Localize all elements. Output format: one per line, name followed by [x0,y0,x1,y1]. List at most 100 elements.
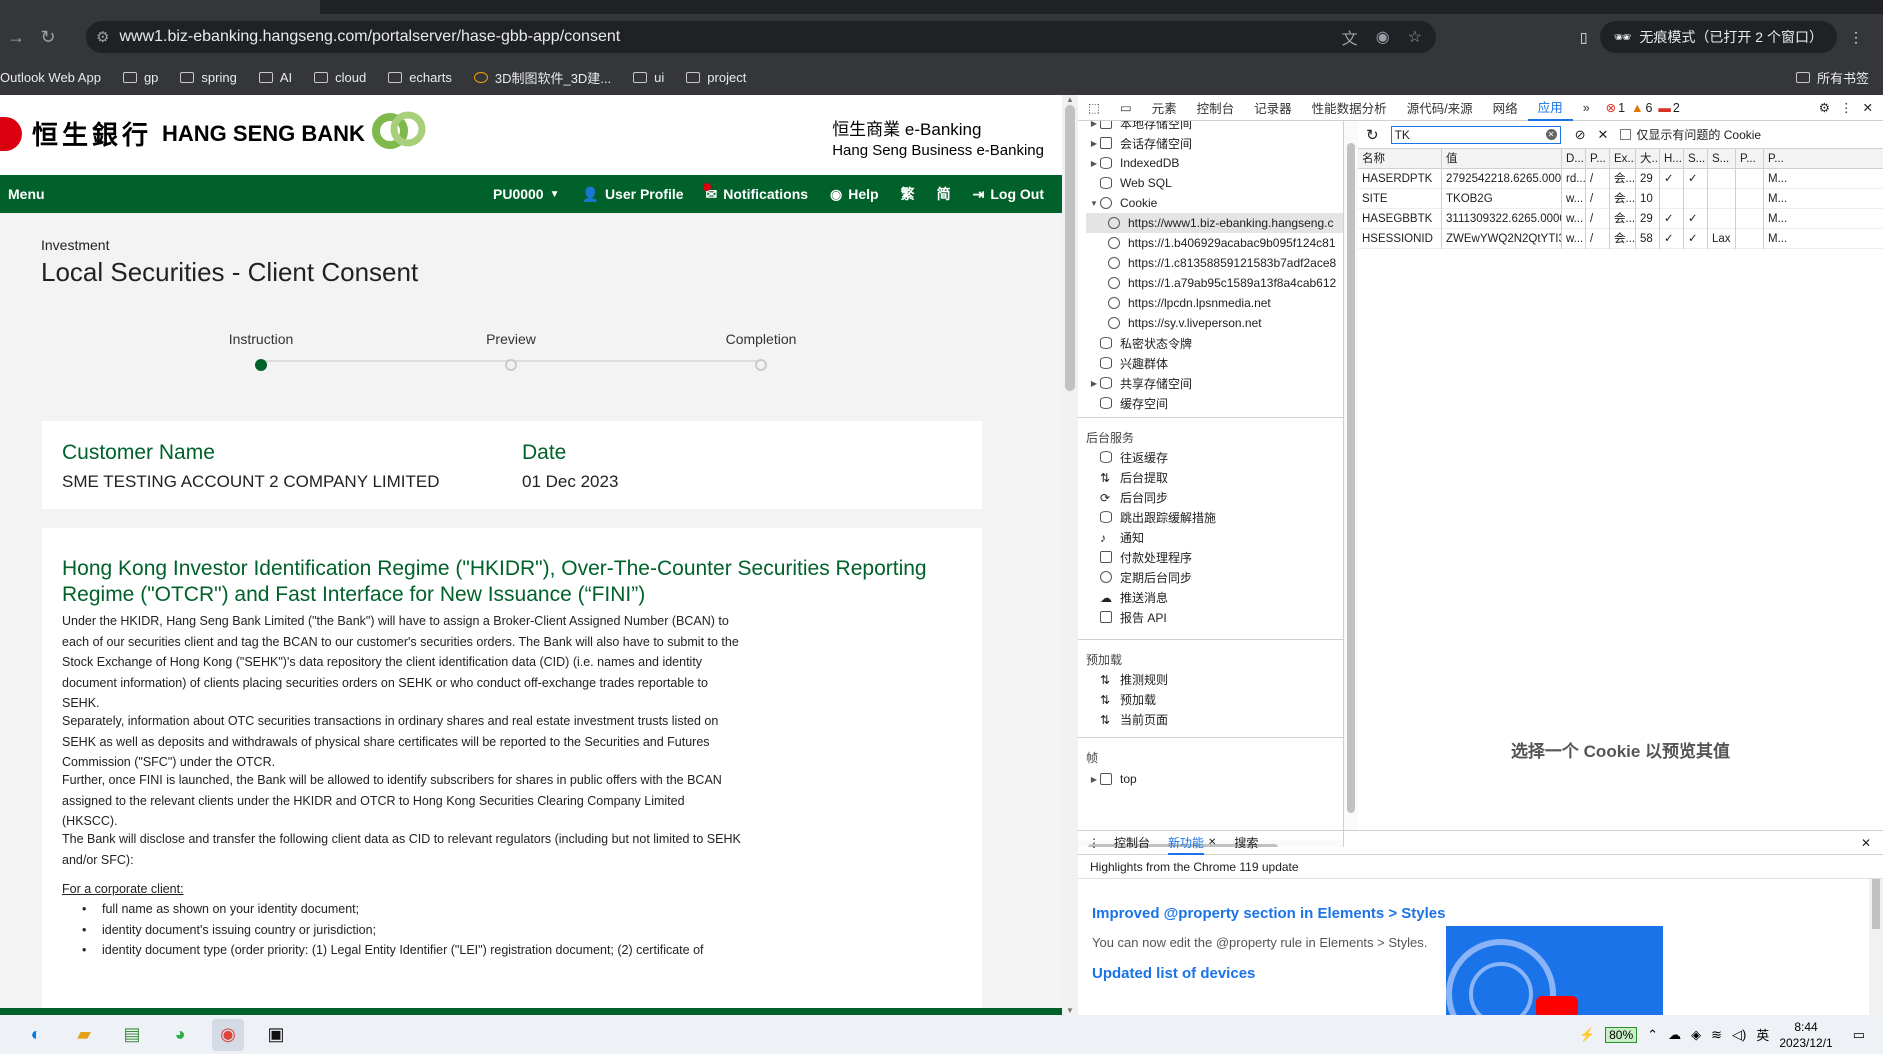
issues-badge[interactable]: ▬ 2 [1658,101,1679,115]
battery-indicator[interactable]: 80% [1605,1026,1638,1043]
expand-arrow-icon[interactable]: ▶ [1088,159,1100,168]
col-expires[interactable]: Ex... [1610,148,1636,169]
star-icon[interactable]: ☆ [1408,27,1422,47]
col-path[interactable]: P... [1586,148,1610,169]
tree-cookie-item-0[interactable]: https://www1.biz-ebanking.hangseng.c [1086,213,1343,233]
lang-simp-button[interactable]: 简 [937,184,951,204]
col-partition[interactable]: P... [1736,148,1764,169]
close-drawer-icon[interactable]: ✕ [1861,836,1871,850]
tree-bfcache[interactable]: 往返缓存 [1100,447,1168,467]
scroll-down-icon[interactable]: ▼ [1066,1006,1074,1015]
col-name[interactable]: 名称 [1358,148,1442,169]
sidepanel-icon[interactable]: ▯ [1580,29,1588,46]
all-bookmarks[interactable]: 所有书签 [1795,60,1869,95]
tree-websql[interactable]: Web SQL [1088,173,1172,193]
site-info-icon[interactable]: ⚙ [96,28,109,46]
chrome-icon[interactable]: ◉ [212,1018,244,1051]
ime-indicator[interactable]: 英 [1756,1025,1769,1044]
help-button[interactable]: ◉ Help [830,186,879,203]
expand-arrow-icon[interactable]: ▶ [1088,379,1100,388]
delete-selected-icon[interactable]: ✕ [1597,127,1608,143]
tree-shared-storage[interactable]: ▶ 共享存储空间 [1088,373,1192,393]
notification-center-icon[interactable]: ▭ [1853,1027,1865,1043]
tab-elements[interactable]: 元素 [1142,98,1187,117]
tree-cookie-item-4[interactable]: https://lpcdn.lpsnmedia.net [1108,293,1271,313]
more-tabs-icon[interactable]: » [1573,101,1600,115]
collapse-arrow-icon[interactable]: ▼ [1088,199,1100,208]
wechat-icon[interactable]: ◕ [164,1019,196,1051]
tree-cache-storage[interactable]: 缓存空间 [1088,393,1168,413]
col-secure[interactable]: S... [1684,148,1708,169]
drawer-tab-whats-new[interactable]: 新功能 [1168,831,1205,855]
col-domain[interactable]: D... [1562,148,1586,169]
file-explorer-icon[interactable]: ▰ [68,1019,100,1051]
close-devtools-icon[interactable]: ✕ [1863,100,1873,115]
bookmark-8[interactable]: project [686,70,746,85]
scrollbar-thumb[interactable] [1872,879,1880,929]
tab-performance-insights[interactable]: 性能数据分析 [1302,98,1397,117]
feature-2-title[interactable]: Updated list of devices [1092,965,1255,982]
user-profile-button[interactable]: 👤 User Profile [582,186,684,203]
feature-video-thumbnail[interactable] [1446,926,1663,1016]
incognito-badge[interactable]: 🕶 无痕模式（已打开 2 个窗口） [1599,21,1837,53]
tree-bounce-tracking[interactable]: 跳出跟踪缓解措施 [1100,507,1216,527]
bookmark-1[interactable]: gp [122,70,158,85]
security-icon[interactable]: ◈ [1691,1027,1701,1043]
cookie-filter-input[interactable]: TK ✕ [1390,125,1561,144]
only-issues-checkbox[interactable] [1620,129,1632,140]
page-scrollbar[interactable]: ▲ ▼ [1062,95,1078,1015]
notifications-button[interactable]: ✉ Notifications [702,182,808,203]
account-dropdown[interactable]: PU0000 ▼ [493,186,560,202]
tree-frame-top[interactable]: ▶ top [1088,769,1137,789]
scrollbar-thumb[interactable] [1347,143,1355,813]
drawer-tab-console[interactable]: 控制台 [1114,834,1150,851]
tree-payment-handler[interactable]: 付款处理程序 [1100,547,1192,567]
tab-application[interactable]: 应用 [1527,95,1573,121]
expand-arrow-icon[interactable]: ▶ [1088,775,1100,784]
tree-cookie-item-5[interactable]: https://sy.v.liveperson.net [1108,313,1262,333]
col-priority[interactable]: P... [1764,149,1796,169]
tree-reporting-api[interactable]: 报告 API [1100,607,1167,627]
devtools-menu-icon[interactable]: ⋮ [1840,100,1853,115]
table-row[interactable]: HASERDPTK 2792542218.6265.0000 rd... / 会… [1358,168,1883,189]
tree-this-page[interactable]: ⇅ 当前页面 [1100,709,1168,729]
tree-scrollbar[interactable] [1344,121,1358,831]
scroll-up-icon[interactable]: ▲ [1066,95,1074,104]
tree-push-messaging[interactable]: ☁ 推送消息 [1100,587,1168,607]
col-value[interactable]: 值 [1442,148,1562,169]
device-toggle-icon[interactable]: ▭ [1110,100,1142,115]
tree-periodic-sync[interactable]: 定期后台同步 [1100,567,1192,587]
omnibox[interactable]: ⚙ www1.biz-ebanking.hangseng.com/portals… [86,21,1436,53]
volume-icon[interactable]: ◁) [1732,1027,1746,1043]
tree-preloads[interactable]: ⇅ 预加载 [1100,689,1156,709]
tree-background-fetch[interactable]: ⇅ 后台提取 [1100,467,1168,487]
table-row[interactable]: HASEGBBTK 3111309322.6265.0000 w... / 会.… [1358,208,1883,229]
cloud-icon[interactable]: ☁ [1668,1027,1681,1043]
tree-cookie-item-2[interactable]: https://1.c81358859121583b7adf2ace8 [1108,253,1336,273]
notepad-icon[interactable]: ▤ [116,1019,148,1051]
col-size[interactable]: 大... [1636,148,1660,169]
col-samesite[interactable]: S... [1708,148,1736,169]
chevron-up-icon[interactable]: ⌃ [1647,1027,1658,1043]
error-badge[interactable]: ⊗ 1 [1606,100,1625,116]
tree-cookie-item-3[interactable]: https://1.a79ab95c1589a13f8a4cab612 [1108,273,1336,293]
translate-icon[interactable]: 文 [1342,25,1358,49]
bookmark-3[interactable]: AI [258,70,292,85]
eye-off-icon[interactable]: ◉ [1376,27,1390,47]
wifi-icon[interactable]: ≋ [1711,1027,1722,1043]
tab-sources[interactable]: 源代码/来源 [1397,98,1483,117]
forward-icon[interactable]: → [0,27,32,48]
bank-logo[interactable]: 恒生銀行 HANG SENG BANK [0,115,365,152]
lang-trad-button[interactable]: 繁 [901,184,915,204]
bookmark-5[interactable]: echarts [388,70,452,85]
edge-icon[interactable]: ◐ [20,1019,52,1051]
refresh-icon[interactable]: ↻ [1366,126,1379,144]
bookmark-7[interactable]: ui [633,70,664,85]
bookmark-4[interactable]: cloud [314,70,366,85]
tree-interest-groups[interactable]: 兴趣群体 [1088,353,1168,373]
tree-background-sync[interactable]: ⟳ 后台同步 [1100,487,1168,507]
tree-speculation-rules[interactable]: ⇅ 推测规则 [1100,669,1168,689]
logout-button[interactable]: ⇥ Log Out [973,186,1044,203]
drawer-tab-search[interactable]: 搜索 [1234,834,1258,851]
terminal-icon[interactable]: ▣ [260,1019,292,1051]
